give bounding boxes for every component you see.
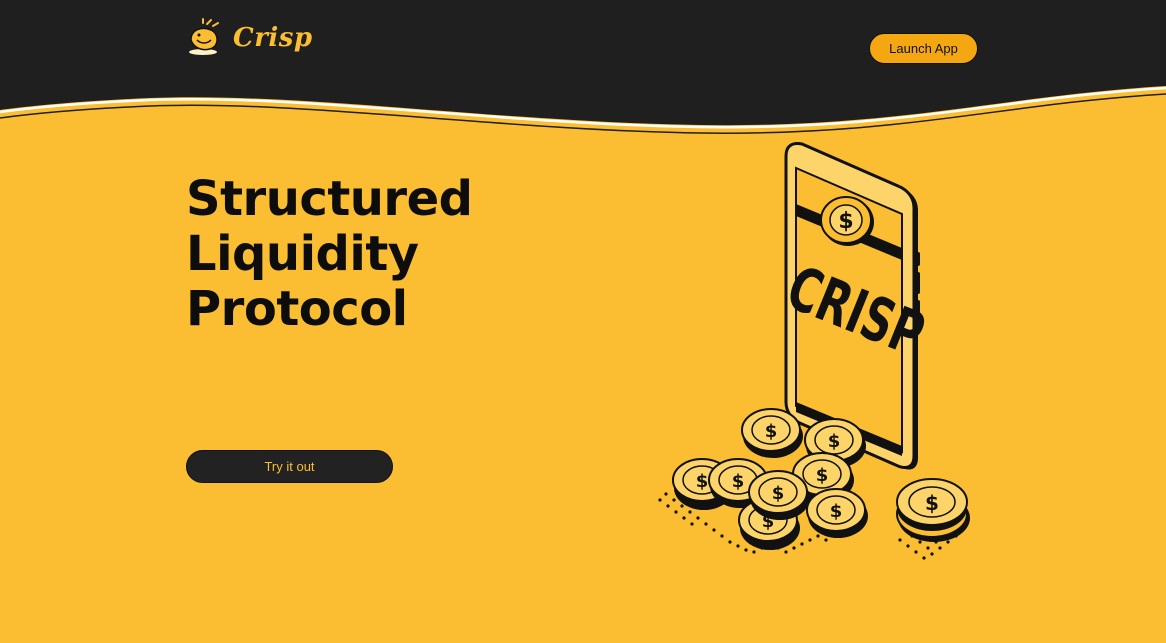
launch-app-button[interactable]: Launch App xyxy=(869,33,978,64)
svg-text:$: $ xyxy=(830,501,843,522)
headline-line-2: Liquidity xyxy=(186,226,419,282)
svg-text:$: $ xyxy=(772,483,785,504)
phone-coins-illustration: CRISP $ $ $ $ $ $ $ $ $ $ xyxy=(658,142,970,560)
hero-headline: Structured Liquidity Protocol xyxy=(186,172,473,337)
brand-logo[interactable]: Crisp xyxy=(185,18,313,58)
coin-stack: $ $ $ $ $ $ $ $ $ xyxy=(672,408,970,550)
landing-page: Crisp Launch App Structured Liquidity Pr… xyxy=(0,0,1166,643)
coin-symbol: $ xyxy=(838,209,853,234)
svg-text:$: $ xyxy=(925,491,939,515)
headline-line-1: Structured xyxy=(186,171,473,227)
svg-text:$: $ xyxy=(696,471,709,492)
svg-text:$: $ xyxy=(816,465,829,486)
brand-name: Crisp xyxy=(233,23,313,53)
try-it-out-button[interactable]: Try it out xyxy=(186,450,393,483)
crisp-chip-logo-icon xyxy=(189,18,219,55)
headline-line-3: Protocol xyxy=(186,281,408,337)
phone-device: CRISP $ xyxy=(777,142,933,470)
svg-text:$: $ xyxy=(765,421,778,442)
svg-text:$: $ xyxy=(732,471,745,492)
svg-text:$: $ xyxy=(828,431,841,452)
header-background xyxy=(0,0,1166,134)
